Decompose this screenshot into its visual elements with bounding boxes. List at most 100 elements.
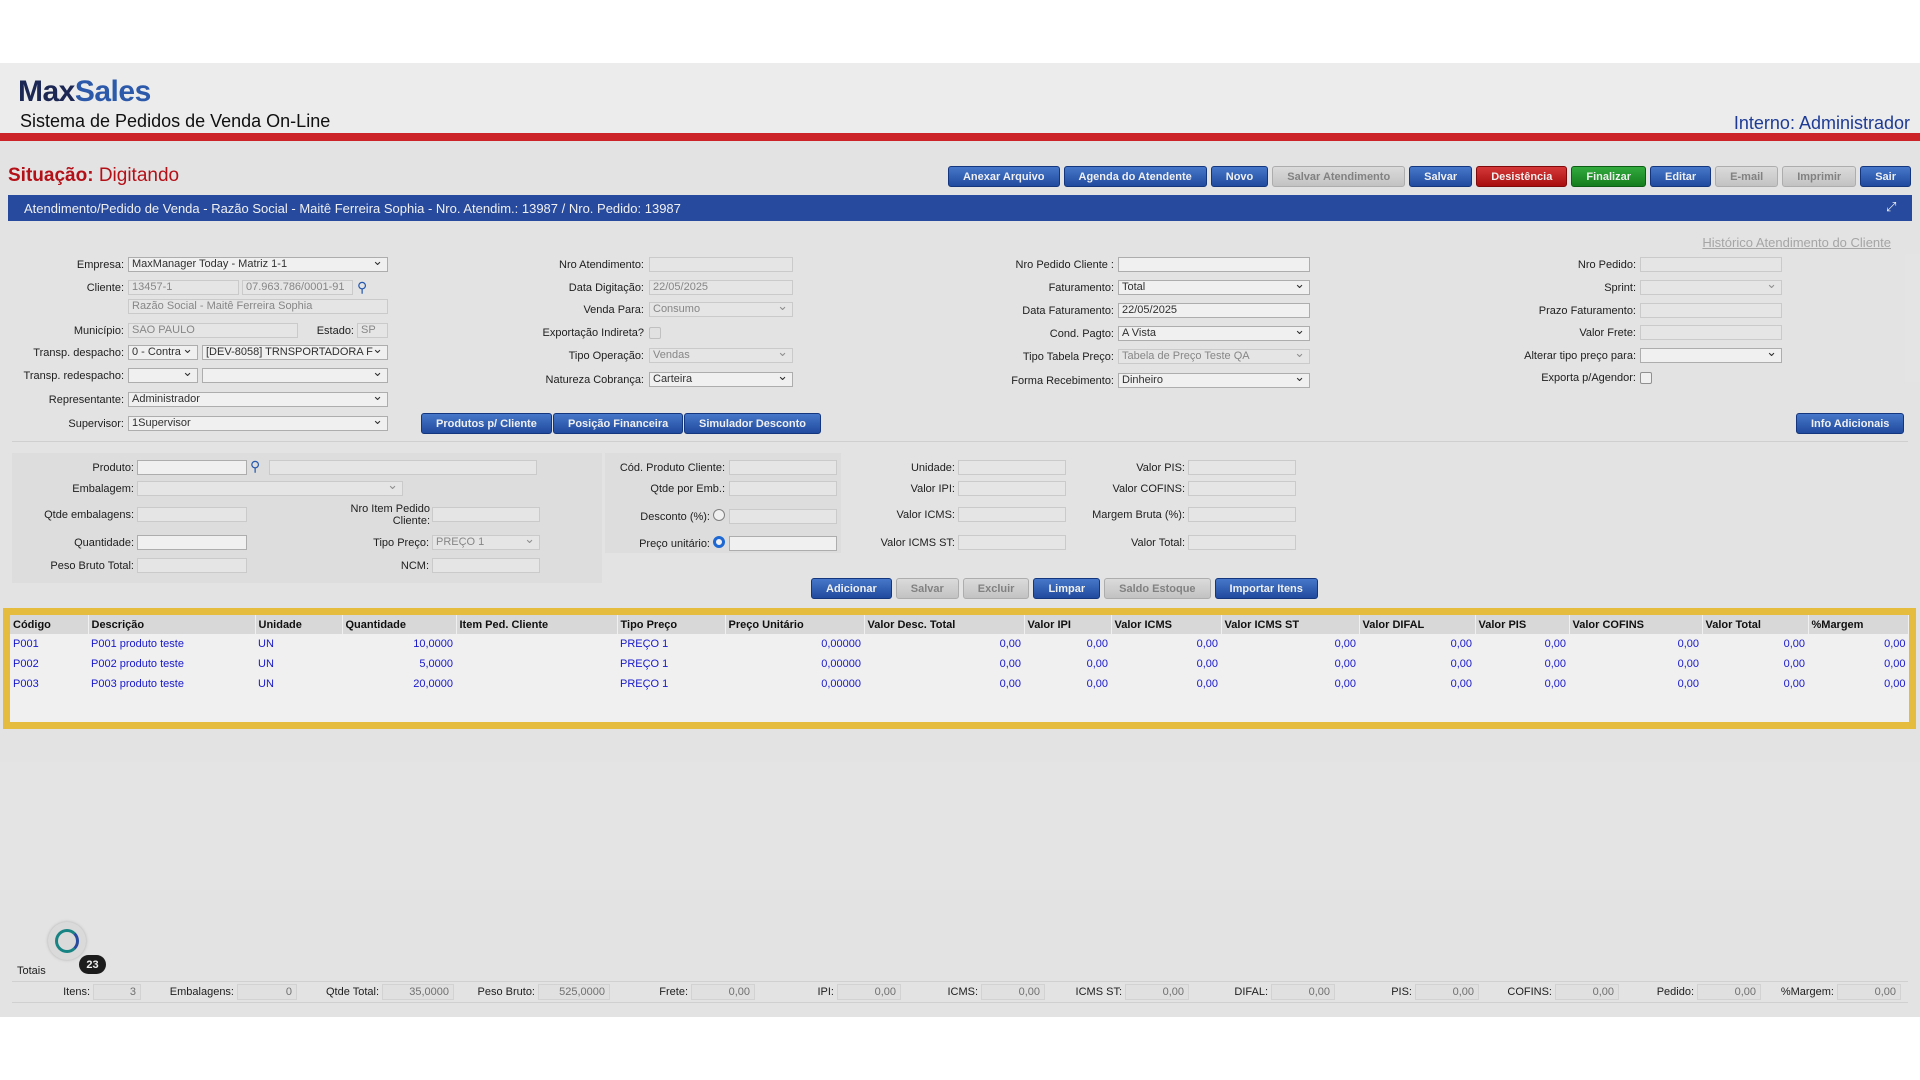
cell-codigo: P003 [13, 678, 39, 690]
print-button[interactable]: Imprimir [1782, 166, 1857, 187]
cancel-order-button[interactable]: Desistência [1476, 166, 1568, 187]
col-item-ped-cliente[interactable]: Item Ped. Cliente [456, 615, 618, 634]
main-toolbar: Anexar Arquivo Agenda do Atendente Novo … [947, 166, 1911, 187]
faturamento-select[interactable]: Total [1118, 280, 1310, 295]
transp-redespacho-type-select[interactable] [128, 368, 198, 383]
nro-item-label-line1: Nro Item Pedido [350, 503, 430, 515]
alterar-tipo-preco-select[interactable] [1640, 348, 1782, 363]
total-ipi-value: 0,00 [837, 984, 901, 1000]
discount-simulator-button[interactable]: Simulador Desconto [684, 413, 821, 434]
additional-info-button[interactable]: Info Adicionais [1796, 413, 1905, 434]
import-items-button[interactable]: Importar Itens [1214, 578, 1318, 599]
col-valor-desc-total[interactable]: Valor Desc. Total [864, 615, 1025, 634]
total-cofins-value: 0,00 [1555, 984, 1619, 1000]
data-faturamento-field[interactable]: 22/05/2025 [1118, 303, 1310, 318]
desconto-radio[interactable] [713, 509, 725, 521]
col-preco-unitario[interactable]: Preço Unitário [725, 615, 865, 634]
tipo-operacao-select[interactable]: Vendas [649, 348, 793, 363]
chat-notification-badge: 23 [79, 955, 106, 974]
products-for-client-button[interactable]: Produtos p/ Cliente [421, 413, 552, 434]
col-codigo[interactable]: Código [10, 615, 89, 634]
cond-pagto-select[interactable]: A Vista [1118, 326, 1310, 341]
stock-balance-button[interactable]: Saldo Estoque [1104, 578, 1211, 599]
client-code-field[interactable]: 13457-1 [128, 280, 239, 295]
total-peso-bruto-label: Peso Bruto: [477, 986, 535, 998]
finalize-button[interactable]: Finalizar [1571, 166, 1646, 187]
col-descricao[interactable]: Descrição [88, 615, 256, 634]
item-actions-bar: Adicionar Salvar Excluir Limpar Saldo Es… [811, 578, 1318, 599]
product-search-icon[interactable]: ⚲ [250, 458, 266, 474]
alterar-tipo-preco-label: Alterar tipo preço para: [1524, 350, 1636, 362]
chat-button[interactable] [48, 922, 86, 960]
clear-item-button[interactable]: Limpar [1033, 578, 1101, 599]
items-table: Código Descrição Unidade Quantidade Item… [10, 615, 1909, 694]
ncm-field [432, 558, 540, 573]
table-row[interactable]: P001 P001 produto teste UN 10,0000 PREÇO… [10, 634, 1909, 654]
edit-button[interactable]: Editar [1649, 166, 1712, 187]
save-attendance-button[interactable]: Salvar Atendimento [1272, 166, 1406, 187]
natureza-cobranca-label: Natureza Cobrança: [545, 374, 644, 386]
email-button[interactable]: E-mail [1715, 166, 1779, 187]
total-embalagens-value: 0 [237, 984, 297, 1000]
col-valor-ipi[interactable]: Valor IPI [1024, 615, 1112, 634]
exit-button[interactable]: Sair [1860, 166, 1911, 187]
sprint-select[interactable] [1640, 280, 1782, 295]
transp-despacho-select[interactable]: [DEV-8058] TRNSPORTADORA F [202, 345, 388, 360]
total-peso-bruto-value: 525,0000 [538, 984, 610, 1000]
col-valor-difal[interactable]: Valor DIFAL [1359, 615, 1476, 634]
financial-position-button[interactable]: Posição Financeira [553, 413, 684, 434]
col-valor-cofins[interactable]: Valor COFINS [1569, 615, 1703, 634]
client-search-icon[interactable]: ⚲ [357, 279, 373, 295]
forma-recebimento-select[interactable]: Dinheiro [1118, 373, 1310, 388]
col-valor-icms[interactable]: Valor ICMS [1111, 615, 1222, 634]
tipo-tabela-select[interactable]: Tabela de Preço Teste QA [1118, 349, 1310, 364]
attach-file-button[interactable]: Anexar Arquivo [947, 166, 1060, 187]
cliente-label: Cliente: [86, 282, 124, 294]
exportacao-checkbox[interactable] [649, 327, 661, 339]
col-margem[interactable]: %Margem [1808, 615, 1909, 634]
transp-redespacho-select[interactable] [202, 368, 388, 383]
nro-pedido-cliente-field[interactable] [1118, 257, 1310, 272]
delete-item-button[interactable]: Excluir [962, 578, 1030, 599]
col-unidade[interactable]: Unidade [255, 615, 343, 634]
items-table-container: Código Descrição Unidade Quantidade Item… [3, 608, 1916, 729]
cell-tipo-preco: PREÇO 1 [620, 678, 669, 690]
col-valor-total[interactable]: Valor Total [1702, 615, 1809, 634]
desconto-field[interactable] [729, 509, 837, 524]
representante-select[interactable]: Administrador [128, 392, 388, 407]
exporta-agendor-checkbox[interactable] [1640, 372, 1652, 384]
preco-unitario-field[interactable] [729, 536, 837, 551]
new-button[interactable]: Novo [1210, 166, 1269, 187]
preco-unitario-radio[interactable] [713, 536, 725, 548]
save-item-button[interactable]: Salvar [895, 578, 959, 599]
produto-field[interactable] [137, 460, 247, 475]
estado-label: Estado: [316, 325, 354, 337]
cell-unidade: UN [258, 638, 274, 650]
empresa-select[interactable]: MaxManager Today - Matriz 1-1 [128, 257, 388, 272]
attendant-agenda-button[interactable]: Agenda do Atendente [1063, 166, 1207, 187]
valor-icms-st-field [958, 535, 1066, 550]
embalagem-select[interactable] [137, 481, 403, 496]
col-valor-pis[interactable]: Valor PIS [1475, 615, 1570, 634]
valor-ipi-label: Valor IPI: [910, 483, 955, 495]
natureza-cobranca-select[interactable]: Carteira [649, 372, 793, 387]
quantidade-field[interactable] [137, 535, 247, 550]
supervisor-label: Supervisor: [68, 418, 124, 430]
save-button[interactable]: Salvar [1409, 166, 1473, 187]
tipo-preco-select[interactable]: PREÇO 1 [432, 535, 540, 550]
supervisor-select[interactable]: 1Supervisor [128, 416, 388, 431]
tipo-operacao-label: Tipo Operação: [568, 350, 644, 362]
client-cnpj-field[interactable]: 07.963.786/0001-91 [242, 280, 353, 295]
col-quantidade[interactable]: Quantidade [342, 615, 457, 634]
expand-icon[interactable]: ⤢ [1886, 200, 1900, 214]
col-tipo-preco[interactable]: Tipo Preço [617, 615, 726, 634]
col-valor-icms-st[interactable]: Valor ICMS ST [1221, 615, 1360, 634]
table-row[interactable]: P002 P002 produto teste UN 5,0000 PREÇO … [10, 654, 1909, 674]
table-row[interactable]: P003 P003 produto teste UN 20,0000 PREÇO… [10, 674, 1909, 694]
prazo-faturamento-label: Prazo Faturamento: [1538, 305, 1636, 317]
valor-cofins-field [1188, 481, 1296, 496]
add-item-button[interactable]: Adicionar [811, 578, 892, 599]
produto-label: Produto: [92, 462, 134, 474]
venda-para-select[interactable]: Consumo [649, 302, 793, 317]
transp-despacho-type-select[interactable]: 0 - Contra [128, 345, 198, 360]
